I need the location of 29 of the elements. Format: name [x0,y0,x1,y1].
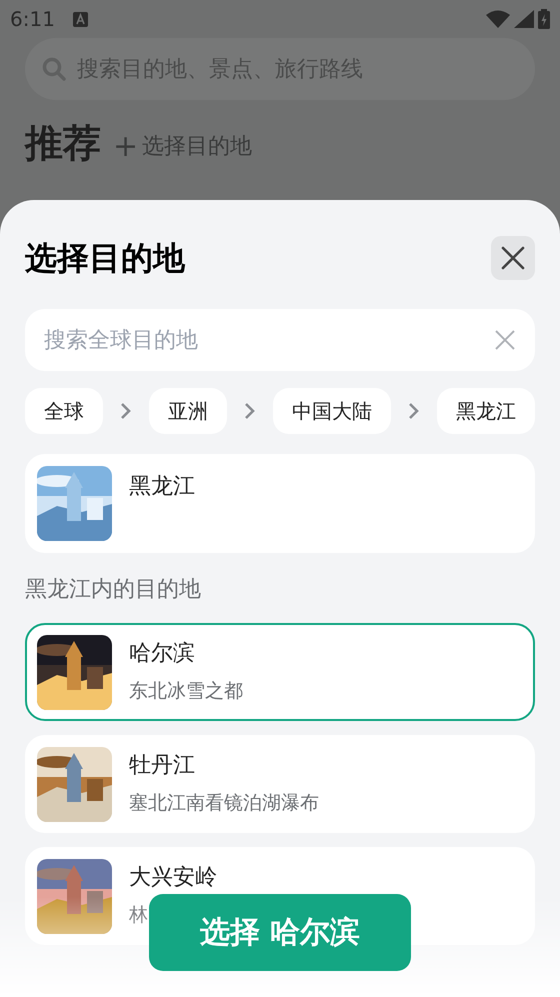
section-label: 黑龙江内的目的地 [25,576,202,604]
keyboard-notification-icon [72,12,88,26]
destination-subtitle: 塞北江南看镜泊湖瀑布 [129,791,319,816]
search-icon [41,56,67,82]
breadcrumb-chip[interactable]: 亚洲 [149,388,227,434]
signal-icon [514,10,534,28]
chevron-icon [244,402,256,420]
destination-subtitle: 东北冰雪之都 [129,679,243,704]
destination-card[interactable]: 哈尔滨 东北冰雪之都 [25,623,535,721]
breadcrumb-chip[interactable]: 中国大陆 [273,388,391,434]
sheet-title: 选择目的地 [25,238,185,279]
close-icon [500,245,526,271]
section-heading: 推荐 [25,124,101,162]
wifi-icon [486,10,510,28]
breadcrumb-chip[interactable]: 全球 [25,388,103,434]
search-placeholder: 搜索全球目的地 [44,326,199,354]
battery-icon [538,9,550,29]
chevron-icon [120,402,132,420]
destination-subtitle: 林 [129,903,149,928]
destination-name: 牡丹江 [129,752,196,780]
chevron-icon [408,402,420,420]
region-name: 黑龙江 [129,473,195,501]
status-time: 6:11 [10,6,55,33]
destination-card[interactable]: 牡丹江 塞北江南看镜泊湖瀑布 [25,735,535,833]
destination-name: 大兴安岭 [129,864,217,892]
breadcrumb-chip[interactable]: 黑龙江 [437,388,535,434]
current-region-card[interactable]: 黑龙江 [25,454,535,553]
destination-name: 哈尔滨 [129,640,196,668]
close-button[interactable] [491,236,535,280]
